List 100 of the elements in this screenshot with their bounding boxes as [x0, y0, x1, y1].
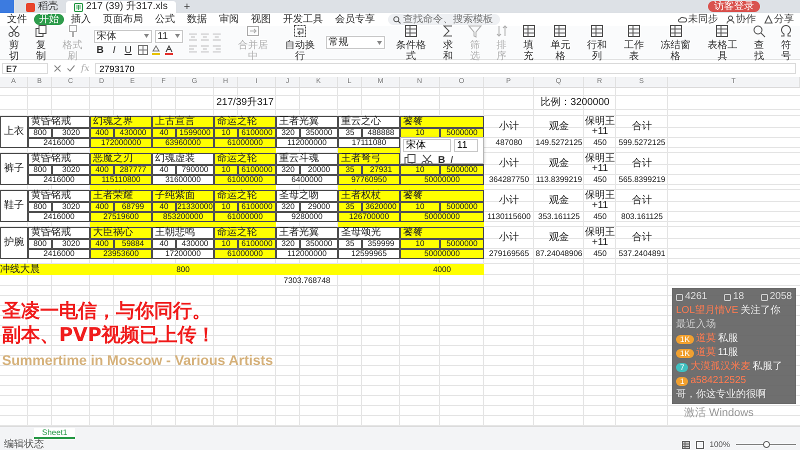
level-badge: 1K: [676, 348, 694, 358]
table-cell: 命运之轮: [214, 190, 276, 202]
format-button[interactable]: B: [437, 154, 446, 166]
normal-view-icon[interactable]: [682, 440, 690, 448]
table-cell: 17200000: [152, 249, 214, 259]
menu-tab[interactable]: 会员专享: [330, 14, 380, 25]
scissors-icon[interactable]: [6, 24, 21, 38]
chat-username: a584212525: [690, 375, 746, 387]
toolbar-button[interactable]: 填充: [518, 24, 540, 62]
name-box[interactable]: E7: [2, 63, 48, 74]
toolbar-button[interactable]: 单元格: [544, 24, 576, 62]
copy-icon[interactable]: [403, 153, 417, 167]
chat-username: 道莫: [696, 333, 716, 345]
table-cell: 21330000: [176, 202, 214, 212]
table-icon[interactable]: [668, 24, 683, 38]
table-cell: 6400000: [276, 175, 338, 185]
menu-tab[interactable]: 插入: [66, 14, 96, 25]
chat-text: 私服: [718, 333, 738, 345]
number-format-dropdown[interactable]: 常规: [326, 36, 386, 49]
zoom-level[interactable]: 100%: [710, 439, 730, 450]
menu-tab[interactable]: 开发工具: [278, 14, 328, 25]
table-cell: 790000: [176, 165, 214, 175]
document-tab[interactable]: 稻壳: [18, 1, 66, 13]
toolbar-button[interactable]: 查找: [748, 24, 770, 62]
person-icon: [726, 15, 735, 24]
format-button[interactable]: U: [122, 44, 135, 56]
level-badge: 1: [676, 376, 688, 386]
toolbar-button[interactable]: 求和: [437, 24, 459, 62]
table-icon[interactable]: [626, 24, 641, 38]
table-cell: 保明王+11: [584, 153, 616, 175]
toolbar-link[interactable]: 未同步: [678, 14, 718, 25]
table-cell: 5000000: [440, 128, 484, 138]
table-cell: 10: [214, 165, 238, 175]
font-size-dropdown[interactable]: 11: [154, 30, 183, 42]
search-icon[interactable]: [752, 24, 766, 38]
login-button[interactable]: 访客登录: [708, 1, 760, 12]
table-cell-text: 87.24048906: [534, 249, 584, 259]
font-name-dropdown[interactable]: 宋体: [403, 139, 451, 152]
chat-username: LOL望月情VE: [676, 305, 738, 317]
table-cell: 上衣: [0, 116, 28, 148]
check-icon[interactable]: [67, 65, 75, 72]
zoom-slider-thumb[interactable]: [763, 441, 770, 448]
sheet-tab[interactable]: Sheet1: [34, 428, 76, 439]
page-view-icon[interactable]: [696, 440, 704, 448]
font-color-icon[interactable]: [164, 44, 174, 54]
font-name-dropdown[interactable]: 宋体: [94, 30, 152, 42]
menu-tab[interactable]: 页面布局: [98, 14, 148, 25]
table-icon[interactable]: [590, 24, 604, 38]
border-icon[interactable]: [138, 44, 148, 54]
table-cell: 320: [276, 202, 300, 212]
caret-icon: [144, 34, 149, 38]
menu-tab[interactable]: 文件: [2, 14, 32, 25]
formula-field[interactable]: 2793170: [95, 63, 796, 74]
table-cell: 3620000: [362, 202, 400, 212]
menu-tab[interactable]: 数据: [182, 14, 212, 25]
copy-icon[interactable]: [34, 24, 48, 38]
table-cell: 350000: [300, 128, 338, 138]
command-search-field[interactable]: 查找命令、搜索模板: [388, 14, 500, 25]
fill-color-icon[interactable]: [150, 44, 161, 54]
toolbar-button[interactable]: 复制: [30, 24, 52, 62]
menu-tab[interactable]: 视图: [246, 14, 276, 25]
format-button[interactable]: B: [94, 44, 107, 56]
table-cell: 2416000: [28, 212, 90, 222]
table-icon[interactable]: [404, 24, 418, 38]
toolbar-link[interactable]: 分享: [764, 14, 794, 25]
table-cell-text: 537.2404891: [618, 249, 666, 259]
wrap-text-icon[interactable]: [292, 24, 307, 38]
document-tab[interactable]: 217 (39) 升317.xls: [66, 1, 176, 13]
menu-tab[interactable]: 审阅: [214, 14, 244, 25]
toolbar-button[interactable]: 行和列: [581, 24, 614, 62]
table-icon[interactable]: [715, 24, 730, 38]
menu-tab[interactable]: 公式: [150, 14, 180, 25]
sigma-icon[interactable]: [440, 24, 455, 38]
toolbar-button[interactable]: 条件格式: [390, 24, 432, 62]
scissors-icon[interactable]: [420, 153, 434, 167]
cancel-icon[interactable]: [54, 65, 61, 72]
toolbar-button[interactable]: 符号: [775, 24, 797, 62]
format-button[interactable]: I: [449, 154, 454, 166]
table-cell: 10: [214, 239, 238, 249]
table-cell: 命运之轮: [214, 153, 276, 165]
toolbar-button[interactable]: 表格工具: [702, 24, 744, 62]
toolbar-button[interactable]: 剪切: [3, 24, 25, 62]
format-button[interactable]: I: [110, 44, 119, 56]
toolbar-button[interactable]: 自动换行: [278, 24, 321, 62]
table-icon[interactable]: [522, 24, 536, 38]
new-tab-button[interactable]: +: [176, 1, 198, 13]
table-cell: 50000000: [400, 249, 484, 259]
toolbar-button[interactable]: 工作表: [618, 24, 650, 62]
table-cell: 3020: [52, 202, 90, 212]
table-cell: 幻魂虚装: [152, 153, 214, 165]
table-icon[interactable]: [553, 24, 568, 38]
omega-icon[interactable]: [779, 24, 794, 38]
table-cell: 400: [90, 128, 114, 138]
menu-tab[interactable]: 开始: [34, 14, 64, 25]
table-cell: 幻魂之界: [90, 116, 152, 128]
toolbar-button[interactable]: 冻结窗格: [654, 24, 697, 62]
now-playing-text: Summertime in Moscow - Various Artists: [2, 352, 273, 368]
toolbar-link[interactable]: 协作: [726, 14, 756, 25]
table-cell: 27931: [362, 165, 400, 175]
font-size-dropdown[interactable]: 11: [454, 139, 478, 152]
